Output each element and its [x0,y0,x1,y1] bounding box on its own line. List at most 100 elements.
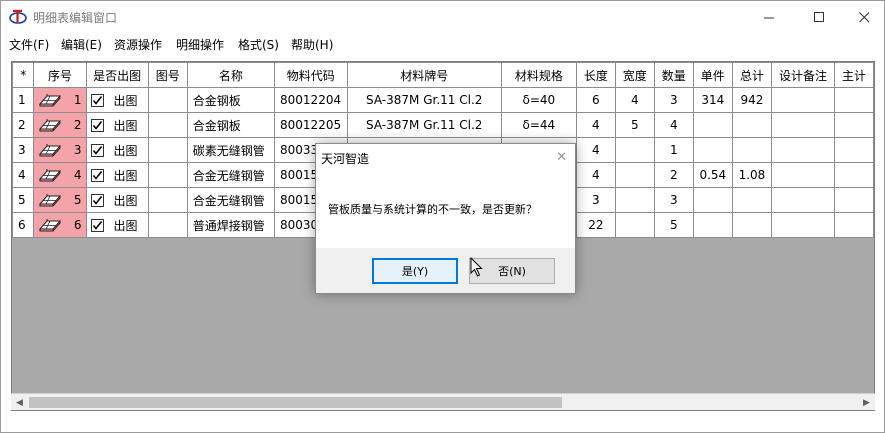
cell-length[interactable]: 3 [575,187,616,213]
column-header[interactable]: 总计 [731,62,773,88]
cell-remark[interactable] [771,162,835,188]
cell-remark[interactable] [771,87,835,113]
seq-cell[interactable]: 1 [33,87,87,113]
cell-total-wt[interactable] [731,137,773,163]
print-flag-cell[interactable]: 出图 [85,162,149,188]
cell-total-wt[interactable] [731,212,773,238]
cell-unit-wt[interactable]: 314 [692,87,733,113]
yes-button[interactable]: 是(Y) [372,258,458,284]
print-flag-cell[interactable]: 出图 [85,187,149,213]
cell-width[interactable] [614,212,655,238]
menu-resource[interactable]: 资源操作 [114,36,162,53]
cell-drawing-no[interactable] [147,212,188,238]
cell-qty[interactable]: 4 [653,112,694,138]
column-header[interactable]: * [12,62,35,88]
print-checkbox[interactable] [90,218,104,232]
column-header[interactable]: 是否出图 [85,62,149,88]
scroll-thumb[interactable] [29,397,562,408]
row-number[interactable]: 6 [12,212,35,238]
cell-main[interactable] [833,162,874,188]
cell-length[interactable]: 4 [575,112,616,138]
cell-name[interactable]: 碳素无缝钢管 [186,137,276,163]
cell-width[interactable]: 5 [614,112,655,138]
maximize-button[interactable] [796,1,842,33]
cell-remark[interactable] [771,212,835,238]
row-number[interactable]: 5 [12,187,35,213]
cell-unit-wt[interactable] [692,112,733,138]
column-header[interactable]: 材料牌号 [346,62,502,88]
cell-qty[interactable]: 2 [653,162,694,188]
cell-drawing-no[interactable] [147,187,188,213]
cell-name[interactable]: 合金钢板 [186,87,276,113]
menu-edit[interactable]: 编辑(E) [61,36,102,53]
cell-length[interactable]: 22 [575,212,616,238]
column-header[interactable]: 图号 [147,62,188,88]
cell-name[interactable]: 合金钢板 [186,112,276,138]
print-checkbox[interactable] [90,193,104,207]
cell-code[interactable]: 80012204 [274,87,348,113]
cell-name[interactable]: 普通焊接钢管 [186,212,276,238]
column-header[interactable]: 数量 [653,62,694,88]
table-row[interactable]: 1 1 出图 合金钢板 80012204 SA-387M Gr.11 Cl.2 δ=4… [12,87,874,113]
cell-qty[interactable]: 5 [653,212,694,238]
print-flag-cell[interactable]: 出图 [85,112,149,138]
cell-unit-wt[interactable] [692,187,733,213]
cell-total-wt[interactable]: 942 [731,87,773,113]
cell-main[interactable] [833,87,874,113]
cell-qty[interactable]: 3 [653,187,694,213]
cell-qty[interactable]: 3 [653,87,694,113]
cell-spec[interactable]: δ=40 [500,87,577,113]
table-row[interactable]: 2 2 出图 合金钢板 80012205 SA-387M Gr.11 Cl.2 δ=4… [12,112,874,138]
cell-remark[interactable] [771,112,835,138]
seq-cell[interactable]: 4 [33,162,87,188]
cell-total-wt[interactable]: 1.08 [731,162,773,188]
column-header[interactable]: 宽度 [614,62,655,88]
print-checkbox[interactable] [90,118,104,132]
seq-cell[interactable]: 2 [33,112,87,138]
cell-main[interactable] [833,212,874,238]
menu-format[interactable]: 格式(S) [238,36,279,53]
cell-drawing-no[interactable] [147,87,188,113]
cell-remark[interactable] [771,137,835,163]
seq-cell[interactable]: 6 [33,212,87,238]
column-header[interactable]: 主计 [833,62,874,88]
cell-unit-wt[interactable] [692,212,733,238]
column-header[interactable]: 材料规格 [500,62,577,88]
cell-qty[interactable]: 1 [653,137,694,163]
column-header[interactable]: 名称 [186,62,276,88]
cell-unit-wt[interactable] [692,137,733,163]
cell-unit-wt[interactable]: 0.54 [692,162,733,188]
cell-name[interactable]: 合金无缝钢管 [186,162,276,188]
title-bar[interactable]: 明细表编辑窗口 [1,1,884,33]
cell-grade[interactable]: SA-387M Gr.11 Cl.2 [346,112,502,138]
cell-main[interactable] [833,112,874,138]
column-header[interactable]: 序号 [33,62,87,88]
cell-spec[interactable]: δ=44 [500,112,577,138]
menu-detail[interactable]: 明细操作 [176,36,224,53]
cell-length[interactable]: 6 [575,87,616,113]
cell-total-wt[interactable] [731,112,773,138]
cell-code[interactable]: 80012205 [274,112,348,138]
print-checkbox[interactable] [90,143,104,157]
cell-width[interactable]: 4 [614,87,655,113]
menu-help[interactable]: 帮助(H) [291,36,333,53]
print-checkbox[interactable] [90,93,104,107]
seq-cell[interactable]: 3 [33,137,87,163]
cell-width[interactable] [614,162,655,188]
column-header[interactable]: 单件 [692,62,733,88]
scroll-right-icon[interactable]: ▶ [858,394,875,411]
cell-name[interactable]: 合金无缝钢管 [186,187,276,213]
row-number[interactable]: 2 [12,112,35,138]
horizontal-scrollbar[interactable]: ◀ ▶ [11,393,875,410]
column-header[interactable]: 长度 [575,62,616,88]
row-number[interactable]: 4 [12,162,35,188]
cell-length[interactable]: 4 [575,137,616,163]
column-header[interactable]: 设计备注 [771,62,835,88]
cell-remark[interactable] [771,187,835,213]
print-flag-cell[interactable]: 出图 [85,137,149,163]
menu-file[interactable]: 文件(F) [9,36,49,53]
cell-width[interactable] [614,187,655,213]
cell-width[interactable] [614,137,655,163]
minimize-button[interactable] [746,1,792,33]
print-checkbox[interactable] [90,168,104,182]
